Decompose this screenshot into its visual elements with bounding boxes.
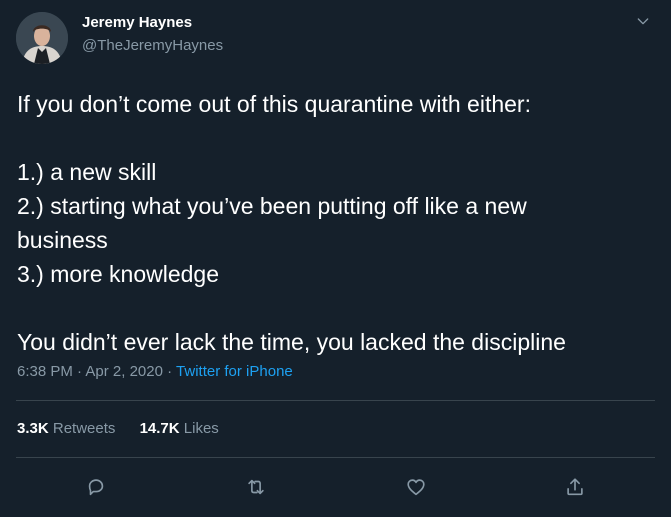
- tweet-text: If you don’t come out of this quarantine…: [17, 87, 657, 359]
- user-handle[interactable]: @TheJeremyHaynes: [82, 37, 223, 54]
- retweet-icon[interactable]: [239, 470, 273, 504]
- tweet-line: If you don’t come out of this quarantine…: [17, 91, 531, 117]
- avatar[interactable]: [16, 12, 68, 64]
- heart-icon[interactable]: [399, 470, 433, 504]
- tweet-line: business: [17, 227, 108, 253]
- divider: [16, 457, 655, 458]
- reply-icon[interactable]: [79, 470, 113, 504]
- divider: [16, 400, 655, 401]
- retweets-count: 3.3K: [17, 420, 49, 437]
- tweet-source-link[interactable]: Twitter for iPhone: [176, 363, 293, 380]
- display-name[interactable]: Jeremy Haynes: [82, 14, 192, 31]
- tweet-line: 3.) more knowledge: [17, 261, 219, 287]
- tweet-stats: 3.3K Retweets 14.7K Likes: [17, 420, 239, 437]
- tweet-card: Jeremy Haynes @TheJeremyHaynes If you do…: [0, 0, 671, 517]
- tweet-actions: [0, 470, 671, 504]
- likes-label: Likes: [183, 420, 219, 437]
- tweet-date[interactable]: Apr 2, 2020: [85, 363, 163, 380]
- chevron-down-icon[interactable]: [632, 10, 654, 32]
- tweet-metadata: 6:38 PM · Apr 2, 2020 · Twitter for iPho…: [17, 363, 293, 380]
- tweet-line: 1.) a new skill: [17, 159, 157, 185]
- tweet-line: You didn’t ever lack the time, you lacke…: [17, 329, 566, 355]
- retweets-stat[interactable]: 3.3K Retweets: [17, 420, 115, 437]
- share-icon[interactable]: [558, 470, 592, 504]
- likes-count: 14.7K: [139, 420, 180, 437]
- tweet-line: 2.) starting what you’ve been putting of…: [17, 193, 527, 219]
- likes-stat[interactable]: 14.7K Likes: [140, 420, 219, 437]
- tweet-time[interactable]: 6:38 PM: [17, 363, 73, 380]
- avatar-image: [16, 12, 68, 64]
- meta-separator: ·: [167, 363, 173, 380]
- retweets-label: Retweets: [52, 420, 116, 437]
- meta-separator: ·: [77, 363, 83, 380]
